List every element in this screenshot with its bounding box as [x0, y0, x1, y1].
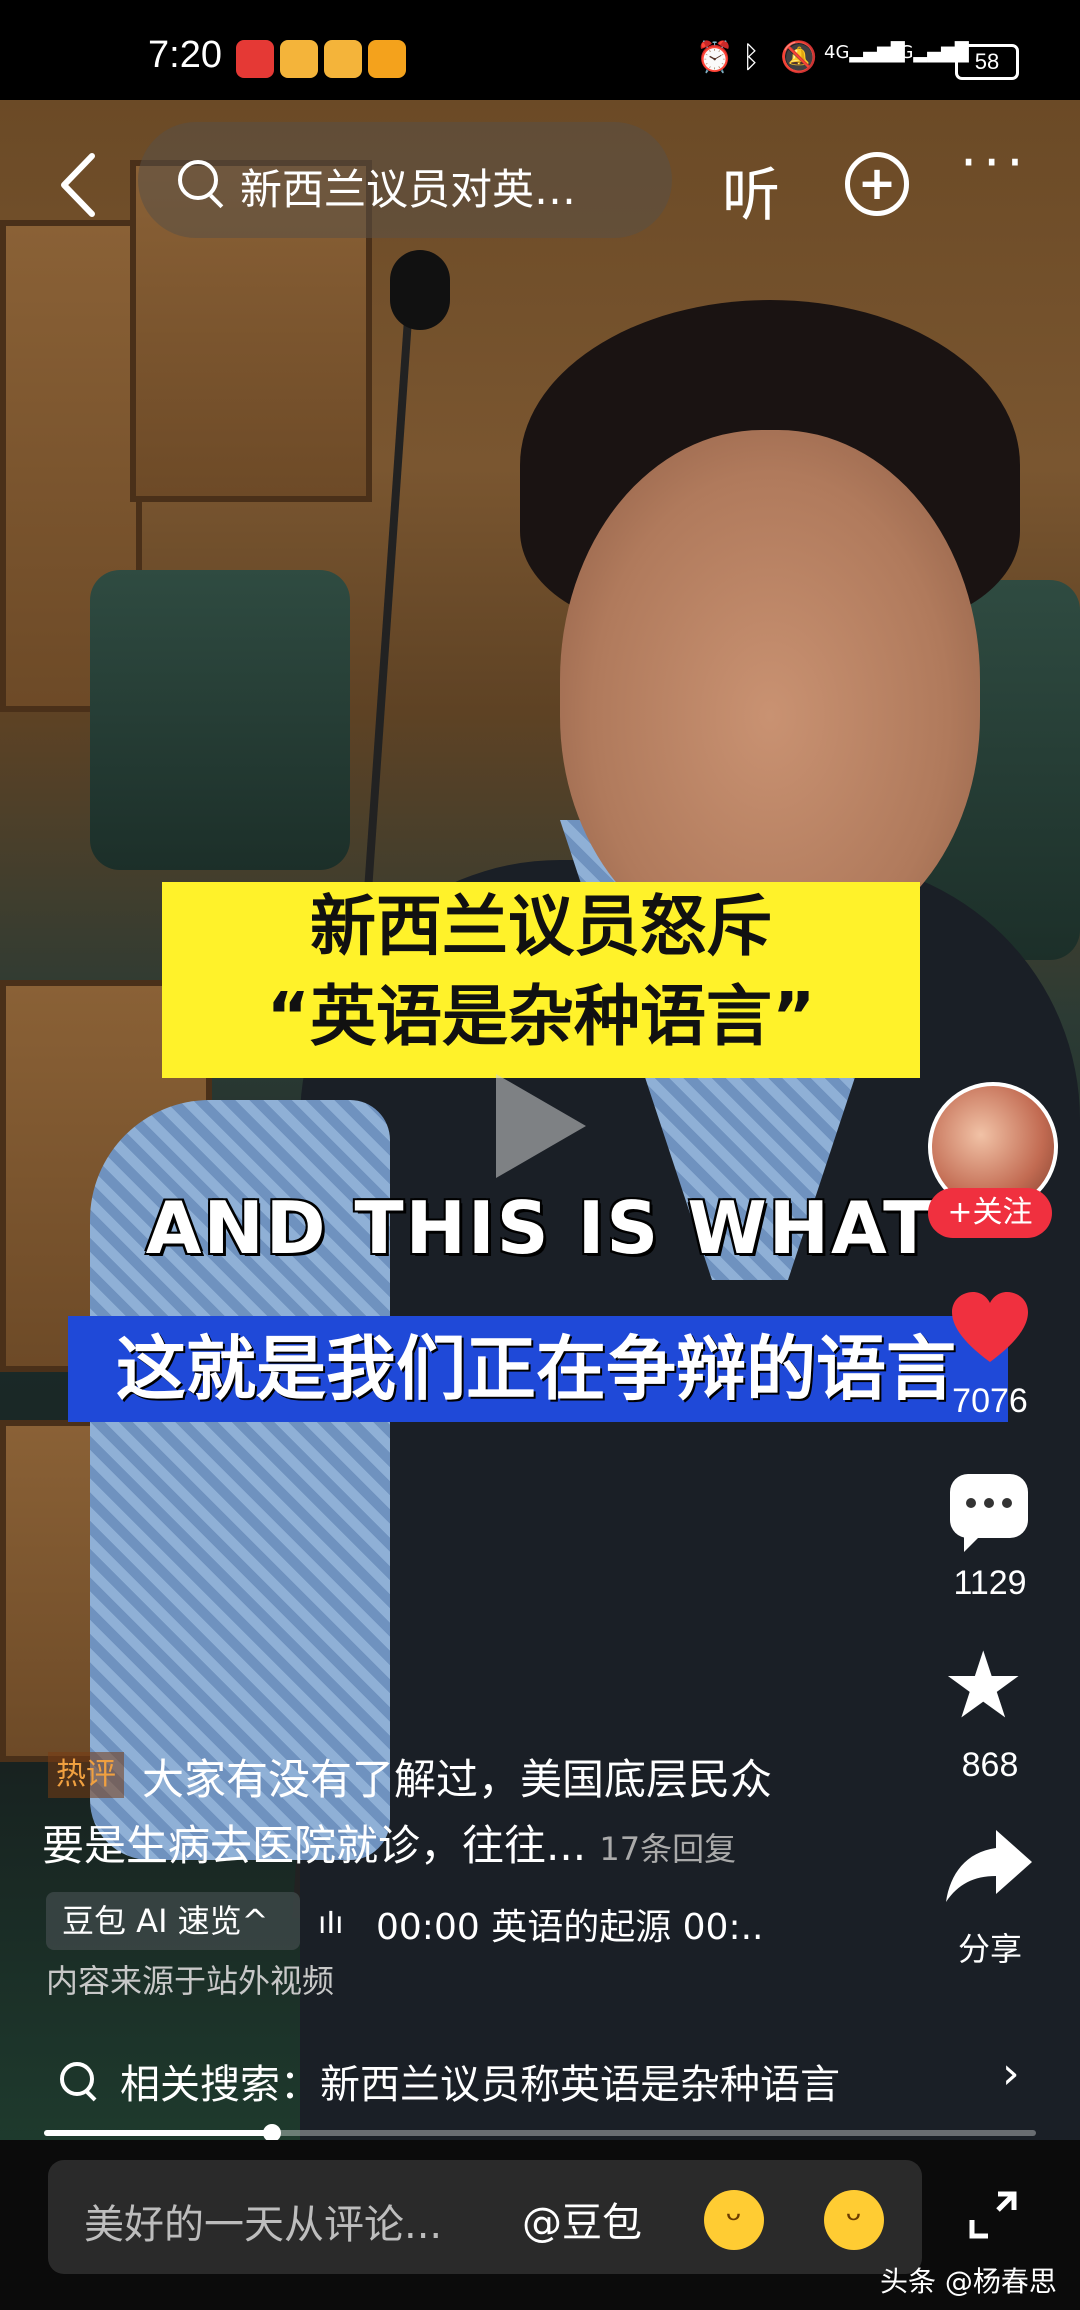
hot-comment-tag: 热评	[48, 1752, 124, 1798]
huawei-app-icon	[236, 40, 274, 78]
favorite-star-icon[interactable]: ★	[942, 1640, 1024, 1732]
play-icon[interactable]	[496, 1074, 586, 1178]
mention-doubao-button[interactable]: @豆包	[522, 2190, 642, 2248]
hot-comment-line2[interactable]: 要是生病去医院就诊，往往... 17条回复	[42, 1812, 736, 1873]
laugh-cry-emoji-icon[interactable]: ᵕ	[824, 2190, 884, 2250]
grin-emoji-icon[interactable]: ᵕ	[704, 2190, 764, 2250]
english-subtitle: AND THIS IS WHAT	[145, 1186, 935, 1270]
hot-comment-line2-text: 要是生病去医院就诊，往往...	[42, 1821, 587, 1870]
search-icon	[60, 2062, 94, 2096]
search-query: 新西兰议员对英…	[240, 165, 577, 214]
related-search-text: 相关搜索：新西兰议员称英语是杂种语言	[120, 2062, 840, 2108]
ai-chapter-list[interactable]: 00:00 英语的起源 00:..	[376, 1898, 763, 1950]
title-caption: 新西兰议员怒斥 “英语是杂种语言”	[162, 882, 920, 1078]
reply-count[interactable]: 17条回复	[599, 1830, 736, 1868]
comment-icon[interactable]	[950, 1474, 1028, 1552]
battery-indicator: 58	[955, 44, 1019, 80]
video-progress-bar[interactable]	[44, 2124, 1036, 2142]
comment-input[interactable]: 美好的一天从评论... @豆包 ᵕ ᵕ	[48, 2160, 922, 2274]
source-note: 内容来源于站外视频	[46, 1962, 335, 2000]
bluetooth-icon: ᛒ	[742, 40, 760, 75]
title-caption-line1: 新西兰议员怒斥	[310, 888, 772, 965]
clock: 7:20	[148, 34, 222, 76]
listen-button[interactable]: 听	[722, 148, 780, 232]
chinese-subtitle: 这就是我们正在争辩的语言	[68, 1316, 1008, 1422]
progress-fill	[44, 2130, 273, 2136]
like-count: 7076	[952, 1382, 1028, 1420]
weibo-icon	[368, 40, 406, 78]
like-heart-icon[interactable]	[950, 1290, 1030, 1370]
ai-summary-toggle[interactable]: 豆包 AI 速览^	[46, 1892, 300, 1950]
add-button[interactable]: +	[845, 152, 909, 216]
back-arrow-icon[interactable]	[52, 150, 112, 220]
more-options-icon[interactable]: ···	[960, 136, 1030, 190]
favorite-count: 868	[961, 1746, 1019, 1784]
related-search-bar[interactable]: 相关搜索：新西兰议员称英语是杂种语言 ›	[0, 2040, 1080, 2126]
status-bar: 7:20 ⏰ ᛒ 🔕 4G▂▄▆█ 4G▂▄▆█ 58	[0, 0, 1080, 100]
mute-icon: 🔕	[780, 40, 818, 75]
hot-comment-line1[interactable]: 大家有没有了解过，美国底层民众	[142, 1746, 772, 1807]
alarm-icon: ⏰	[696, 40, 734, 75]
notification-app-icon	[280, 40, 318, 78]
search-bar[interactable]: 新西兰议员对英…	[138, 122, 672, 238]
comment-count: 1129	[953, 1564, 1027, 1602]
audio-wave-icon: ıIı	[318, 1906, 344, 1941]
share-label: 分享	[957, 1930, 1022, 1968]
share-arrow-icon[interactable]	[944, 1826, 1034, 1906]
watermark: 头条 @杨春思	[880, 2265, 1057, 2298]
fullscreen-icon[interactable]	[968, 2190, 1018, 2240]
follow-button[interactable]: +关注	[928, 1188, 1052, 1238]
speaker-face	[560, 430, 980, 950]
comment-placeholder: 美好的一天从评论...	[84, 2202, 443, 2248]
bench-seat	[90, 570, 350, 870]
microphone	[390, 250, 450, 330]
title-caption-line2: “英语是杂种语言”	[266, 978, 816, 1055]
notification-app-icon	[324, 40, 362, 78]
search-icon	[178, 160, 218, 200]
chevron-right-icon: ›	[1002, 2048, 1020, 2099]
